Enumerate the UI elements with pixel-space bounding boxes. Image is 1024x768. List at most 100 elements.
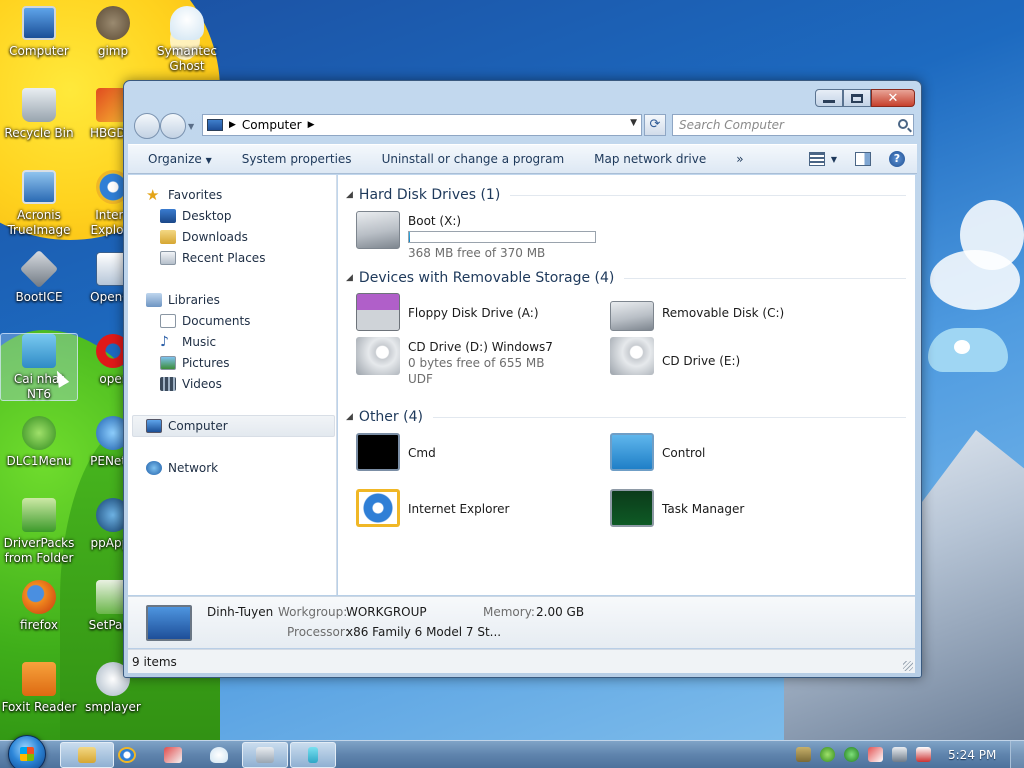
media-play-icon[interactable] [844,747,859,762]
forward-button[interactable] [160,113,186,139]
tray-icon[interactable] [868,747,883,762]
star-icon: ★ [146,186,160,204]
navigation-row: ▼ ▶ Computer ▶ ▼ ⟳ [132,113,915,139]
drive-removable[interactable]: Removable Disk (C:) [610,293,784,331]
nav-documents-label: Documents [182,314,251,328]
item-cmd[interactable]: Cmd [356,433,436,471]
chevron-down-icon: ▼ [205,156,212,165]
start-button[interactable] [8,735,46,768]
organize-button[interactable]: Organize ▼ [128,152,227,166]
help-button[interactable]: ? [889,151,905,167]
refresh-button[interactable]: ⟳ [644,114,666,136]
taskbar-clock[interactable]: 5:24 PM [948,748,996,762]
search-input[interactable] [673,115,883,135]
desktop-icon-firefox[interactable]: firefox [0,580,78,633]
memory-label: Memory: [483,605,535,619]
network-tray-icon[interactable] [892,747,907,762]
address-bar[interactable]: ▶ Computer ▶ ▼ [202,114,642,136]
close-icon: ✕ [887,90,899,106]
command-bar: Organize ▼ System properties Uninstall o… [128,144,917,174]
group-header-other[interactable]: ◢ Other (4) [346,409,906,425]
taskbar-ghost[interactable] [196,742,242,768]
drive-free-space: 0 bytes free of 655 MB [408,356,545,370]
breadcrumb-arrow-icon[interactable]: ▶ [229,120,236,130]
caption-buttons: ✕ [815,89,915,107]
group-title: Other (4) [358,409,423,425]
breadcrumb-arrow-icon[interactable]: ▶ [308,120,315,130]
nav-computer[interactable]: Computer [146,419,228,433]
desktop-icon-cai-nhat-nt6[interactable]: Cai nhat NT6 [0,333,78,401]
preview-pane-button[interactable] [855,152,871,166]
desktop-icon-gimp[interactable]: gimp [74,6,152,59]
floppy-drive-icon [356,293,400,331]
drive-floppy[interactable]: Floppy Disk Drive (A:) [356,293,539,331]
ie-icon [118,747,136,763]
taskbar-internet-explorer[interactable] [104,742,150,768]
nav-music[interactable]: ♪ Music [160,335,216,349]
search-icon[interactable] [898,119,908,129]
organize-label: Organize [148,152,202,166]
drive-boot[interactable]: Boot (X:) 368 MB free of 370 MB [356,211,596,261]
volume-muted-icon[interactable] [916,747,931,762]
explorer-window[interactable]: ✕ ▼ ▶ Computer ▶ ▼ ⟳ Organize ▼ System p… [123,80,922,678]
view-controls: ▼ ? [808,151,905,167]
close-button[interactable]: ✕ [871,89,915,107]
taskbar-app-5[interactable] [290,742,336,768]
more-commands-button[interactable]: » [721,152,758,166]
tray-icon[interactable] [820,747,835,762]
taskbar-app-4[interactable] [242,742,288,768]
show-desktop-button[interactable] [1010,741,1024,768]
item-internet-explorer[interactable]: Internet Explorer [356,489,509,527]
collapse-triangle-icon: ◢ [346,273,353,283]
item-name: Internet Explorer [408,502,510,516]
taskbar: 5:24 PM [0,735,1024,768]
nav-documents[interactable]: Documents [160,314,250,328]
desktop-icon-recycle-bin[interactable]: Recycle Bin [0,88,78,141]
address-dropdown-icon[interactable]: ▼ [630,118,637,128]
recent-pages-dropdown-icon[interactable]: ▼ [188,122,194,131]
desktop-icon-driverpacks[interactable]: DriverPacks from Folder [0,498,78,566]
desktop-icon-computer[interactable]: Computer [0,6,78,59]
maximize-button[interactable] [843,89,871,107]
nav-downloads[interactable]: Downloads [160,230,248,244]
minimize-button[interactable] [815,89,843,107]
nav-videos[interactable]: Videos [160,377,222,391]
gimp-icon [96,6,130,40]
desktop-icon-acronis[interactable]: Acronis TrueImage [0,170,78,238]
dlc-icon [22,416,56,450]
uninstall-program-button[interactable]: Uninstall or change a program [367,152,580,166]
system-properties-button[interactable]: System properties [227,152,367,166]
nav-desktop[interactable]: Desktop [160,209,232,223]
workgroup-value: WORKGROUP [346,605,427,619]
removable-disk-icon [610,301,654,331]
taskbar-app-2[interactable] [150,742,196,768]
map-network-drive-button[interactable]: Map network drive [579,152,721,166]
drive-usage-fill [409,232,410,242]
back-button[interactable] [134,113,160,139]
desktop-icon-foxit-reader[interactable]: Foxit Reader [0,662,78,715]
desktop-icon-symantec-ghost[interactable]: Symantec Ghost [148,6,226,74]
group-header-hdd[interactable]: ◢ Hard Disk Drives (1) [346,187,906,203]
downloads-folder-icon [160,230,176,244]
breadcrumb-computer[interactable]: Computer [242,118,302,132]
resize-grip-icon[interactable] [903,661,913,671]
drive-name: Boot (X:) [408,214,462,228]
nav-network[interactable]: Network [146,461,218,475]
navigation-pane: ★ Favorites Desktop Downloads Recent Pla… [128,175,337,595]
nav-libraries[interactable]: Libraries [146,293,220,307]
item-control[interactable]: Control [610,433,705,471]
item-task-manager[interactable]: Task Manager [610,489,744,527]
desktop-icon-dlc1menu[interactable]: DLC1Menu [0,416,78,469]
nav-recent-places[interactable]: Recent Places [160,251,265,265]
drive-name: Removable Disk (C:) [662,306,785,320]
tray-icon[interactable] [796,747,811,762]
nav-recent-places-label: Recent Places [182,251,266,265]
group-header-removable[interactable]: ◢ Devices with Removable Storage (4) [346,270,906,286]
drive-cd-e[interactable]: CD Drive (E:) [610,337,740,375]
nav-favorites[interactable]: ★ Favorites [146,186,222,204]
drive-cd-d[interactable]: CD Drive (D:) Windows7 0 bytes free of 6… [356,337,553,387]
desktop-icon-bootice[interactable]: BootICE [0,249,78,305]
search-box[interactable] [672,114,914,136]
change-view-button[interactable]: ▼ [808,152,837,166]
nav-pictures[interactable]: Pictures [160,356,230,370]
